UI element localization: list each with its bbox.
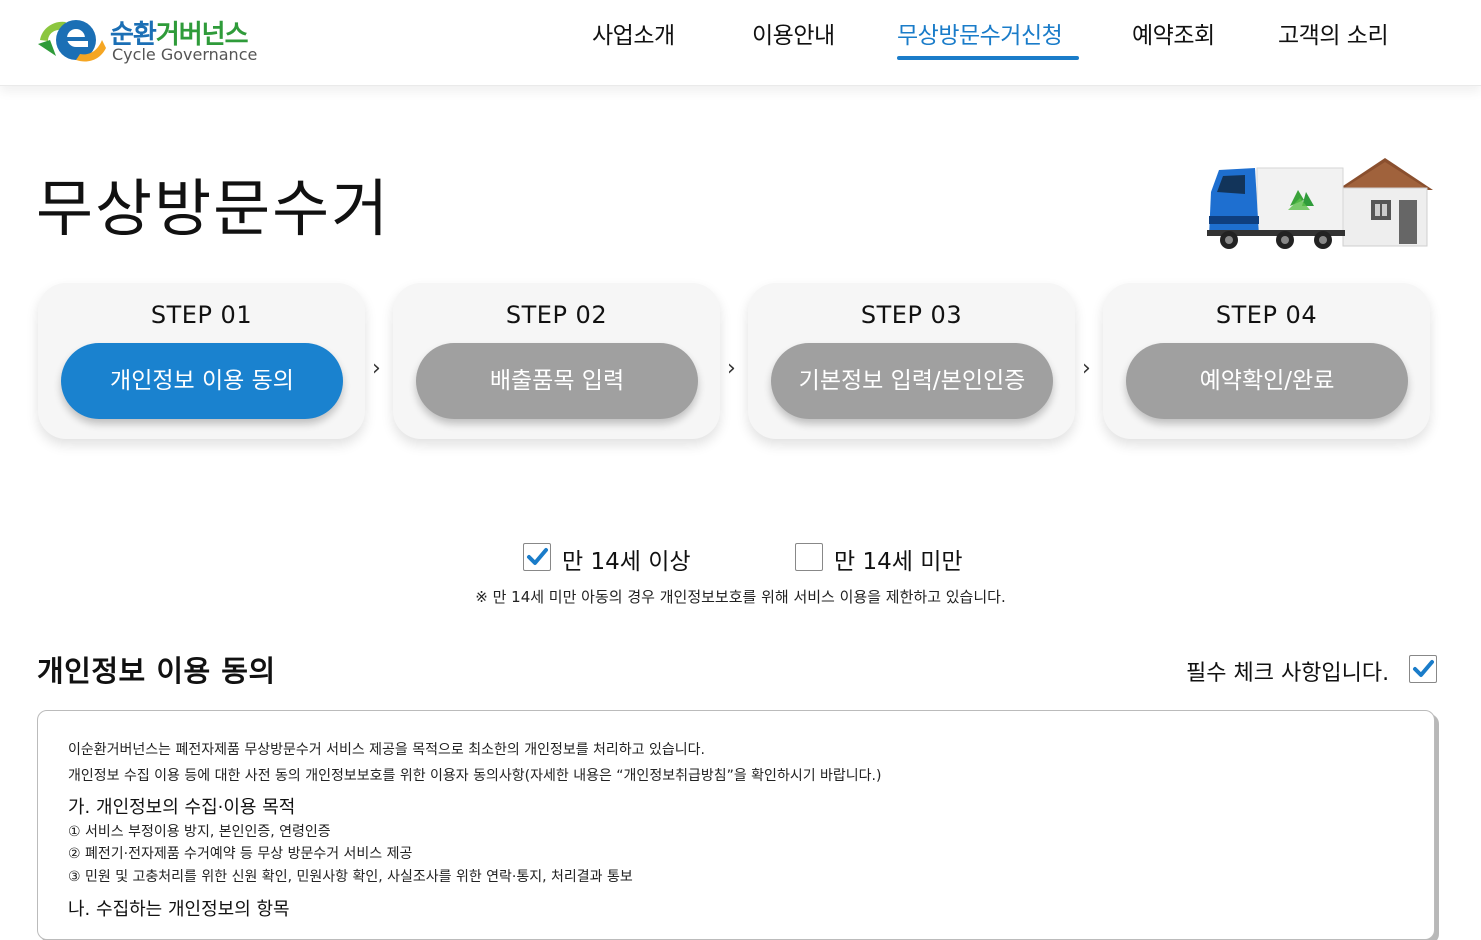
step-separator-icon: › [372,356,381,381]
age-under-14-checkbox[interactable] [795,543,823,571]
required-consent-checkbox[interactable] [1409,655,1437,683]
site-header: 순환거버넌스 Cycle Governance 사업소개 이용안내 무상방문수거… [0,0,1481,86]
e-recycle-logo-icon [38,20,106,62]
step-label: STEP 04 [1215,301,1318,329]
consent-purpose-item: ③ 민원 및 고충처리를 위한 신원 확인, 민원사항 확인, 사실조사를 위한… [68,869,633,885]
step-button-privacy-consent[interactable]: 개인정보 이용 동의 [61,343,343,419]
consent-intro-line: 개인정보 수집 이용 등에 대한 사전 동의 개인정보보호를 위한 이용자 동의… [68,768,882,784]
brand-subtitle: Cycle Governance [112,45,258,64]
page-title: 무상방문수거 [36,172,391,245]
consent-text-box[interactable]: 이순환거버넌스는 폐전자제품 무상방문수거 서비스 제공을 목적으로 최소한의 … [37,710,1435,940]
required-check-label[interactable]: 필수 체크 사항입니다. [1186,655,1389,687]
checkmark-icon [527,548,548,565]
consent-purpose-item: ② 폐전기·전자제품 수거예약 등 무상 방문수거 서비스 제공 [68,846,413,862]
step-card-1: STEP 01 개인정보 이용 동의 [38,283,365,439]
consent-intro-line: 이순환거버넌스는 폐전자제품 무상방문수거 서비스 제공을 목적으로 최소한의 … [68,742,705,758]
age-under-14-label[interactable]: 만 14세 미만 [834,542,963,576]
checkmark-icon [1413,660,1434,677]
age-restriction-note: ※ 만 14세 미만 아동의 경우 개인정보보호를 위해 서비스 이용을 제한하… [475,588,1006,606]
step-card-2: STEP 02 배출품목 입력 [393,283,720,439]
consent-section-b-heading: 나. 수집하는 개인정보의 항목 [68,899,290,920]
step-separator-icon: › [727,356,736,381]
step-card-4: STEP 04 예약확인/완료 [1103,283,1430,439]
nav-active-underline [897,56,1079,60]
step-label: STEP 03 [860,301,963,329]
step-button-items[interactable]: 배출품목 입력 [416,343,698,419]
nav-item-guide[interactable]: 이용안내 [752,16,835,50]
nav-item-business[interactable]: 사업소개 [592,16,675,50]
brand-logo[interactable]: 순환거버넌스 Cycle Governance [36,10,276,66]
step-separator-icon: › [1082,356,1091,381]
step-label: STEP 01 [150,301,253,329]
nav-item-customer-voice[interactable]: 고객의 소리 [1278,16,1389,50]
nav-item-free-pickup[interactable]: 무상방문수거신청 [897,16,1063,50]
age-over-14-label[interactable]: 만 14세 이상 [562,542,691,576]
consent-purpose-item: ① 서비스 부정이용 방지, 본인인증, 연령인증 [68,824,331,840]
consent-section-a-heading: 가. 개인정보의 수집·이용 목적 [68,797,296,818]
step-card-3: STEP 03 기본정보 입력/본인인증 [748,283,1075,439]
consent-section-title: 개인정보 이용 동의 [37,654,276,688]
recycle-truck-house-illustration-icon [1207,158,1433,249]
age-over-14-checkbox[interactable] [523,543,551,571]
step-button-confirm[interactable]: 예약확인/완료 [1126,343,1408,419]
step-label: STEP 02 [505,301,608,329]
step-button-basic-info[interactable]: 기본정보 입력/본인인증 [771,343,1053,419]
nav-item-reservation-lookup[interactable]: 예약조회 [1132,16,1215,50]
